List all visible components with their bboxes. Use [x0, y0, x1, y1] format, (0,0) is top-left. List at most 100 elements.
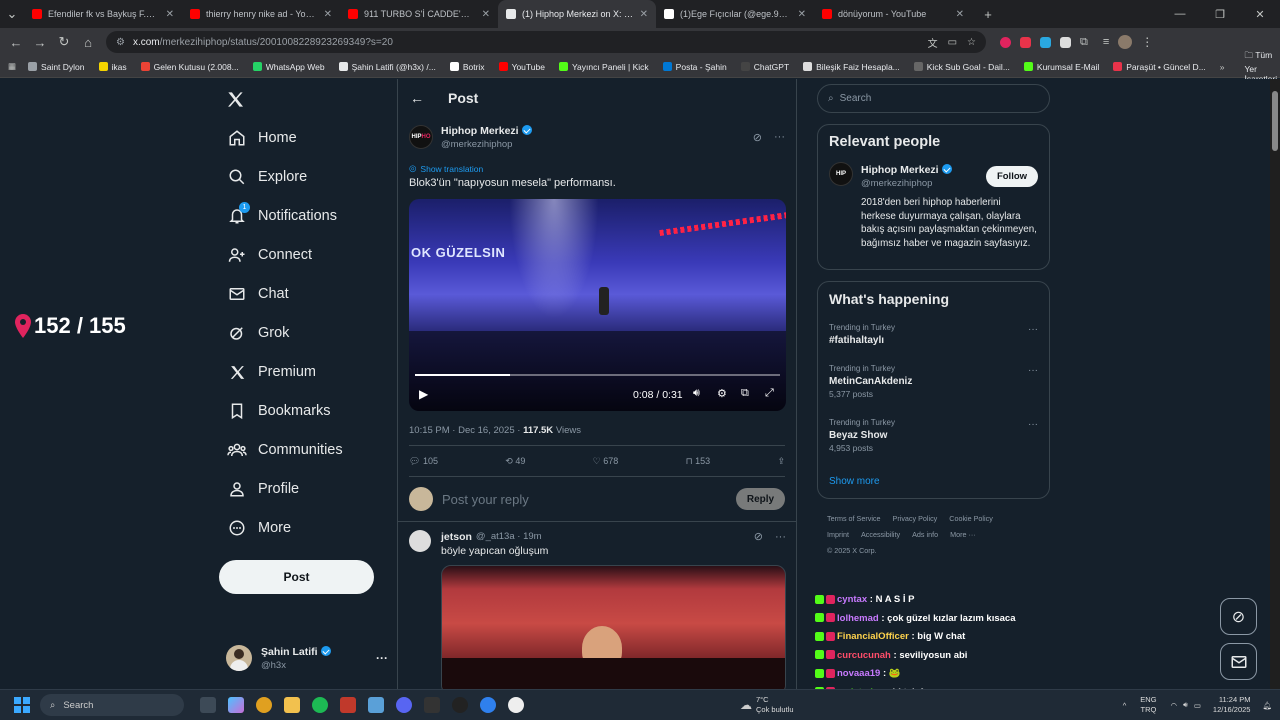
- media-icon[interactable]: ≡: [1103, 36, 1109, 48]
- tab-close-icon[interactable]: ✕: [482, 9, 490, 20]
- author-avatar[interactable]: HIP: [829, 162, 853, 186]
- rp-name[interactable]: Hiphop Merkezi: [861, 164, 939, 176]
- reply-action[interactable]: 💬︎ 105: [409, 456, 438, 467]
- trend-more-icon[interactable]: ···: [1028, 323, 1038, 336]
- post-more-icon[interactable]: ···: [774, 131, 785, 143]
- profile-avatar[interactable]: [1118, 35, 1133, 49]
- new-tab-button[interactable]: +: [976, 7, 1000, 22]
- tab-close-icon[interactable]: ✕: [798, 9, 806, 20]
- app-icon[interactable]: [368, 697, 384, 713]
- nav-communities[interactable]: Communities: [227, 438, 343, 462]
- close-window-button[interactable]: ✕: [1240, 8, 1280, 21]
- browser-tab[interactable]: dönüyorum - YouTube ✕: [814, 0, 972, 28]
- trend-more-icon[interactable]: ···: [1028, 418, 1038, 431]
- author-avatar[interactable]: HIP HO: [409, 125, 433, 149]
- browser-tab[interactable]: Efendiler fk vs Baykuş F.C - You ✕: [24, 0, 182, 28]
- terminal-icon[interactable]: [424, 697, 440, 713]
- nav-notifications[interactable]: 1 Notifications: [227, 202, 337, 228]
- bookmark-item[interactable]: Yayıncı Paneli | Kick: [558, 62, 649, 72]
- browser-menu-icon[interactable]: ⋮: [1141, 35, 1153, 49]
- bookmark-item[interactable]: Şahin Latifi (@h3x) /...: [338, 62, 436, 72]
- cast-icon[interactable]: ▭: [948, 37, 957, 48]
- nav-premium[interactable]: Premium: [227, 360, 316, 384]
- tab-close-icon[interactable]: ✕: [166, 9, 174, 20]
- nav-bookmarks[interactable]: Bookmarks: [227, 399, 331, 423]
- show-more-link[interactable]: Show more: [829, 476, 880, 487]
- bookmark-item[interactable]: Paraşüt • Güncel D...: [1113, 62, 1206, 72]
- post-button[interactable]: Post: [219, 560, 374, 594]
- task-view-icon[interactable]: [200, 697, 216, 713]
- bookmark-star-icon[interactable]: ☆: [967, 37, 976, 48]
- spotify-icon[interactable]: [312, 697, 328, 713]
- bookmark-item[interactable]: Botrix: [449, 62, 485, 72]
- rp-handle[interactable]: @merkezihiphop: [861, 177, 952, 190]
- browser-tab[interactable]: (1)Ege Fıçıcılar (@ege.909) | Tik ✕: [656, 0, 814, 28]
- author-name[interactable]: Hiphop Merkezi: [441, 125, 519, 137]
- home-button[interactable]: ⌂: [76, 35, 100, 50]
- messages-floating-button[interactable]: [1220, 643, 1257, 680]
- page-scrollbar[interactable]: [1270, 79, 1280, 689]
- bookmark-item[interactable]: Saint Dylon: [28, 62, 85, 72]
- extension-icon[interactable]: [1060, 36, 1071, 48]
- back-button[interactable]: ←: [4, 35, 28, 50]
- reply-more-icon[interactable]: ···: [775, 531, 786, 543]
- forward-button[interactable]: →: [28, 35, 52, 50]
- file-explorer-icon[interactable]: [284, 697, 300, 713]
- trend-item[interactable]: Trending in Turkey Beyaz Show 4,953 post…: [829, 416, 1038, 458]
- trend-more-icon[interactable]: ···: [1028, 364, 1038, 377]
- account-switcher[interactable]: Şahin Latifi @h3x ···: [226, 643, 388, 673]
- bookmark-item[interactable]: Kick Sub Goal - Dail...: [913, 62, 1010, 72]
- weather-widget[interactable]: ☁ 7°C Çok bulutlu: [740, 695, 794, 715]
- reply-media[interactable]: [441, 565, 786, 689]
- app-icon[interactable]: [480, 697, 496, 713]
- bookmark-item[interactable]: Bileşik Faiz Hesapla...: [803, 62, 900, 72]
- reply-input[interactable]: Post your reply: [442, 492, 736, 507]
- nav-chat[interactable]: Chat: [227, 282, 289, 306]
- site-info-icon[interactable]: ⚙: [116, 37, 125, 48]
- bookmark-item[interactable]: YouTube: [498, 62, 545, 72]
- tab-search-icon[interactable]: ⌄: [0, 6, 24, 22]
- footer-link[interactable]: More ···: [950, 530, 976, 539]
- app-icon[interactable]: [340, 697, 356, 713]
- extensions-puzzle-icon[interactable]: ⧉: [1080, 36, 1088, 49]
- follow-button[interactable]: Follow: [986, 165, 1038, 187]
- tab-close-icon[interactable]: ✕: [956, 9, 964, 20]
- x-logo-icon[interactable]: [226, 90, 245, 114]
- translate-icon[interactable]: 文: [928, 35, 938, 50]
- back-arrow-icon[interactable]: ←: [410, 90, 424, 106]
- app-icon[interactable]: [508, 697, 524, 713]
- grok-icon[interactable]: ⊘: [753, 131, 762, 144]
- bookmarks-overflow-icon[interactable]: »: [1220, 62, 1225, 72]
- bookmark-item[interactable]: Gelen Kutusu (2.008...: [140, 62, 239, 72]
- bookmark-item[interactable]: Posta - Şahin: [662, 62, 727, 72]
- tray-chevron-icon[interactable]: ^: [1123, 701, 1127, 710]
- minimize-button[interactable]: —: [1160, 8, 1200, 21]
- browser-tab[interactable]: thierry henry nike ad - YouTube ✕: [182, 0, 340, 28]
- nav-home[interactable]: Home: [227, 126, 297, 150]
- battery-icon[interactable]: ▭: [1194, 701, 1201, 710]
- grok-icon[interactable]: ⊘: [754, 530, 763, 543]
- apps-grid-icon[interactable]: ▦: [8, 61, 16, 72]
- maximize-button[interactable]: ❐: [1200, 8, 1240, 21]
- play-icon[interactable]: ▶: [419, 387, 428, 401]
- like-action[interactable]: ♡ 678: [593, 456, 619, 467]
- address-bar[interactable]: ⚙ x.com/merkezihiphop/status/20010082289…: [106, 31, 986, 53]
- nav-more[interactable]: More: [227, 516, 291, 540]
- wifi-icon[interactable]: ◠: [1171, 701, 1178, 710]
- show-translation-link[interactable]: ◎ Show translation: [409, 163, 785, 174]
- obs-icon[interactable]: [452, 697, 468, 713]
- language-indicator[interactable]: ENG TRQ: [1140, 695, 1156, 715]
- account-more-icon[interactable]: ···: [376, 651, 388, 665]
- volume-icon[interactable]: 🔊︎: [693, 387, 700, 400]
- post-timestamp[interactable]: 10:15 PM · Dec 16, 2025 ·: [409, 425, 523, 436]
- footer-link[interactable]: Ads info: [912, 530, 938, 539]
- reload-button[interactable]: ↻: [52, 34, 76, 50]
- tab-close-icon[interactable]: ✕: [324, 9, 332, 20]
- trend-item[interactable]: Trending in Turkey #fatihaltaylı ···: [829, 321, 1038, 350]
- discord-icon[interactable]: [396, 697, 412, 713]
- volume-icon[interactable]: 🔊︎: [1183, 700, 1188, 710]
- search-input[interactable]: ⌕ Search: [817, 84, 1050, 113]
- nav-connect[interactable]: Connect: [227, 243, 312, 267]
- grok-floating-button[interactable]: ⊘: [1220, 598, 1257, 635]
- browser-tab[interactable]: 911 TURBO S'İ CADDE'YE İNDİR ✕: [340, 0, 498, 28]
